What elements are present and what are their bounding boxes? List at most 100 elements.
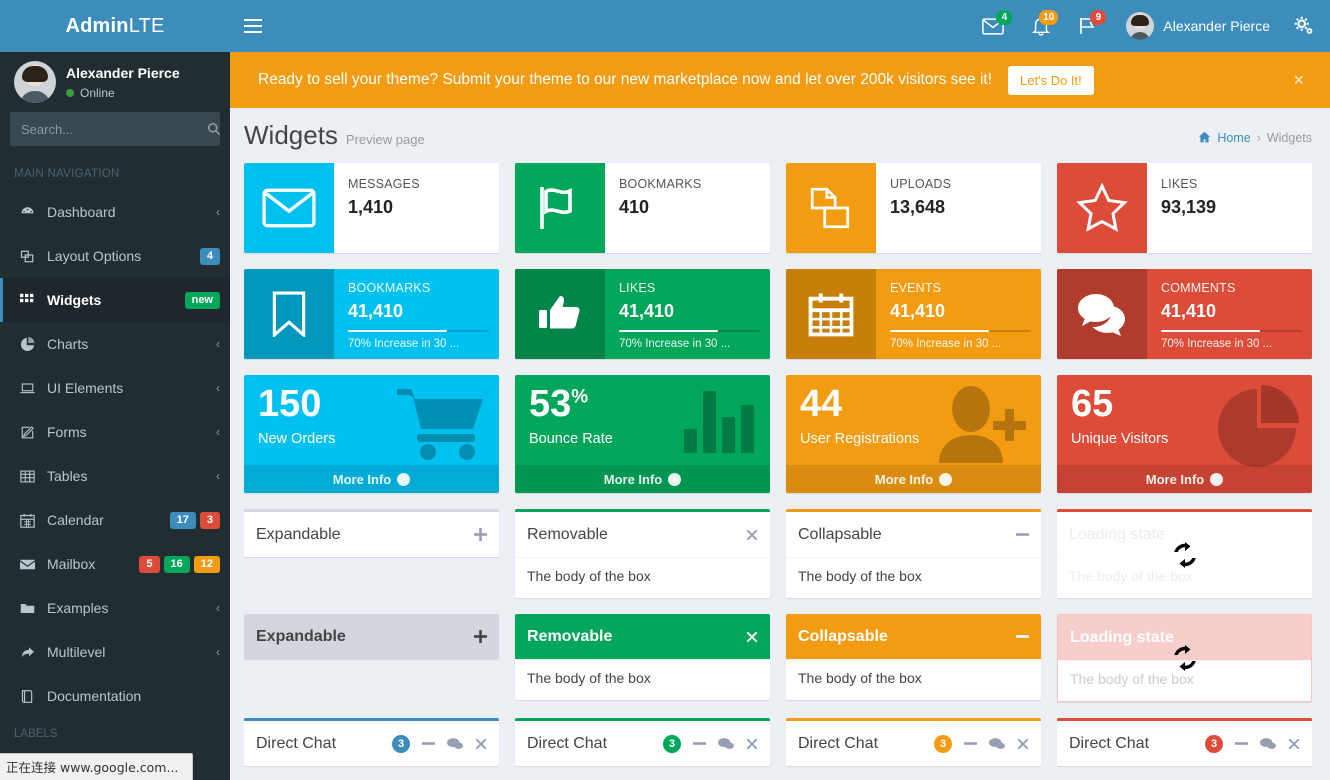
box-column: Collapsable The body of the box <box>786 509 1041 598</box>
sidebar-badge: 4 <box>200 248 220 265</box>
progress-bar <box>1161 330 1260 332</box>
box-tools: 3 <box>663 735 758 753</box>
alert-close-icon[interactable]: × <box>1283 70 1314 91</box>
minus-icon[interactable] <box>964 737 977 750</box>
notifications-menu-button[interactable]: 10 <box>1018 0 1064 52</box>
unread-badge: 3 <box>1205 735 1223 753</box>
expand-icon[interactable] <box>474 528 487 541</box>
unread-badge: 3 <box>663 735 681 753</box>
navbar-right: 4 10 9 Alexander Pierce <box>968 0 1330 52</box>
contacts-icon[interactable] <box>989 737 1005 750</box>
box-header: Removable <box>515 512 770 557</box>
small-box-text: Unique Visitors <box>1071 431 1298 447</box>
chevron-left-icon: ‹ <box>216 469 220 483</box>
sidebar-item-charts[interactable]: Charts ‹ <box>0 322 230 366</box>
direct-chat-column: Direct Chat 3 <box>515 718 770 766</box>
info-box-column: EVENTS 41,410 70% Increase in 30 ... <box>786 269 1041 359</box>
close-icon[interactable] <box>475 738 487 750</box>
calendar-icon <box>17 513 37 528</box>
minus-icon[interactable] <box>1235 737 1248 750</box>
info-box-number: 93,139 <box>1161 197 1302 218</box>
app-logo[interactable]: AdminLTE <box>0 0 230 52</box>
small-box-column: 53% Bounce Rate More Info <box>515 375 770 493</box>
sidebar-item-label: Charts <box>47 336 216 352</box>
box-column: Loading state The body of the box <box>1057 509 1312 598</box>
close-icon[interactable] <box>746 529 758 541</box>
contacts-icon[interactable] <box>1260 737 1276 750</box>
navbar-user-name: Alexander Pierce <box>1163 18 1270 34</box>
sidebar-item-layout-options[interactable]: Layout Options 4 <box>0 234 230 278</box>
alert-cta-button[interactable]: Let's Do It! <box>1008 66 1094 95</box>
close-icon[interactable] <box>1288 738 1300 750</box>
minus-icon[interactable] <box>693 737 706 750</box>
chevron-left-icon: ‹ <box>216 205 220 219</box>
chevron-left-icon: ‹ <box>216 337 220 351</box>
info-box-progress[interactable]: EVENTS 41,410 70% Increase in 30 ... <box>786 269 1041 359</box>
dashboard-icon <box>1198 131 1211 144</box>
info-box-column: MESSAGES 1,410 <box>244 163 499 253</box>
search-icon[interactable] <box>207 113 221 145</box>
box-body: The body of the box <box>786 659 1041 700</box>
sidebar-item-widgets[interactable]: Widgets new <box>0 278 230 322</box>
contacts-icon[interactable] <box>718 737 734 750</box>
sidebar-item-multilevel[interactable]: Multilevel ‹ <box>0 630 230 674</box>
info-box-progress[interactable]: BOOKMARKS 41,410 70% Increase in 30 ... <box>244 269 499 359</box>
tasks-menu-button[interactable]: 9 <box>1064 0 1112 52</box>
minus-icon[interactable] <box>1016 528 1029 541</box>
small-box[interactable]: 150 New Orders More Info <box>244 375 499 493</box>
sidebar-item-tables[interactable]: Tables ‹ <box>0 454 230 498</box>
info-boxes-row: MESSAGES 1,410 BOOKMARKS 410 UPLOADS 13,… <box>230 163 1330 269</box>
info-box[interactable]: UPLOADS 13,648 <box>786 163 1041 253</box>
minus-icon[interactable] <box>1016 630 1029 643</box>
gear-icon[interactable] <box>1284 0 1330 52</box>
sidebar: AdminLTE Alexander Pierce Online <box>0 0 230 780</box>
close-icon[interactable] <box>746 738 758 750</box>
sidebar-item-documentation[interactable]: Documentation <box>0 674 230 718</box>
close-icon[interactable] <box>746 631 758 643</box>
more-info-link[interactable]: More Info <box>786 465 1041 493</box>
sidebar-item-forms[interactable]: Forms ‹ <box>0 410 230 454</box>
box-header: Collapsable <box>786 614 1041 659</box>
sidebar-item-ui-elements[interactable]: UI Elements ‹ <box>0 366 230 410</box>
small-box[interactable]: 65 Unique Visitors More Info <box>1057 375 1312 493</box>
progress-track <box>890 330 1031 332</box>
more-info-link[interactable]: More Info <box>244 465 499 493</box>
close-icon[interactable] <box>1017 738 1029 750</box>
box-column: Expandable <box>244 614 499 702</box>
sidebar-item-calendar[interactable]: Calendar 173 <box>0 498 230 542</box>
sidebar-item-dashboard[interactable]: Dashboard ‹ <box>0 190 230 234</box>
sidebar-item-mailbox[interactable]: Mailbox 51612 <box>0 542 230 586</box>
contacts-icon[interactable] <box>447 737 463 750</box>
progress-track <box>1161 330 1302 332</box>
box-body: The body of the box <box>515 557 770 598</box>
info-box-progress[interactable]: LIKES 41,410 70% Increase in 30 ... <box>515 269 770 359</box>
more-info-link[interactable]: More Info <box>515 465 770 493</box>
sidebar-item-examples[interactable]: Examples ‹ <box>0 586 230 630</box>
sidebar-nav-header: MAIN NAVIGATION <box>0 160 230 190</box>
info-box[interactable]: MESSAGES 1,410 <box>244 163 499 253</box>
arrow-circle-right-icon <box>397 473 410 486</box>
info-box-column: LIKES 93,139 <box>1057 163 1312 253</box>
info-box[interactable]: BOOKMARKS 410 <box>515 163 770 253</box>
sidebar-user-panel[interactable]: Alexander Pierce Online <box>0 52 230 112</box>
arrow-circle-right-icon <box>668 473 681 486</box>
box-header: Direct Chat 3 <box>244 721 499 766</box>
chevron-left-icon: ‹ <box>216 381 220 395</box>
small-box[interactable]: 44 User Registrations More Info <box>786 375 1041 493</box>
breadcrumb-home[interactable]: Home <box>1217 131 1250 145</box>
small-box[interactable]: 53% Bounce Rate More Info <box>515 375 770 493</box>
sidebar-toggle-button[interactable] <box>230 0 276 52</box>
info-box[interactable]: LIKES 93,139 <box>1057 163 1312 253</box>
search-input[interactable] <box>11 122 207 137</box>
tasks-badge: 9 <box>1090 10 1106 25</box>
info-box-progress[interactable]: COMMENTS 41,410 70% Increase in 30 ... <box>1057 269 1312 359</box>
minus-icon[interactable] <box>422 737 435 750</box>
direct-chat-box: Direct Chat 3 <box>515 718 770 766</box>
more-info-link[interactable]: More Info <box>1057 465 1312 493</box>
user-menu-button[interactable]: Alexander Pierce <box>1112 0 1284 52</box>
small-box-unit: % <box>571 386 588 407</box>
box-header: Collapsable <box>786 512 1041 557</box>
sidebar-user-status: Online <box>66 86 180 100</box>
expand-icon[interactable] <box>474 630 487 643</box>
messages-menu-button[interactable]: 4 <box>968 0 1018 52</box>
